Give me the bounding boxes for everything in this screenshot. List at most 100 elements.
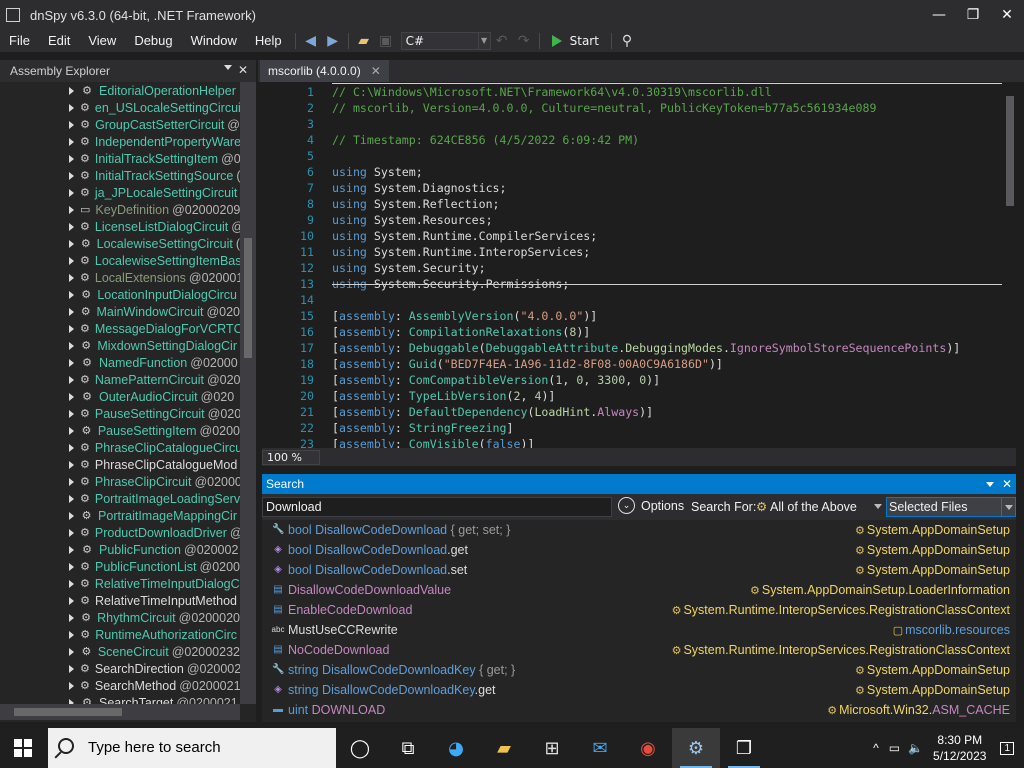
expand-arrow-icon[interactable]: [69, 188, 74, 197]
menu-debug[interactable]: Debug: [125, 30, 181, 52]
options-button[interactable]: ⌄ Options: [618, 497, 684, 514]
cortana-icon[interactable]: ◯: [336, 728, 384, 768]
close-button[interactable]: ✕: [990, 0, 1024, 30]
explorer-horizontal-scrollbar[interactable]: [0, 704, 240, 720]
scrollbar-thumb[interactable]: [1006, 96, 1014, 206]
expand-arrow-icon[interactable]: [69, 205, 74, 214]
tree-item[interactable]: ⚙ LocalewiseSettingCircuit(: [0, 235, 240, 252]
expand-arrow-icon[interactable]: [69, 494, 74, 503]
close-pane-icon[interactable]: ✕: [238, 63, 248, 77]
menu-file[interactable]: File: [0, 30, 39, 52]
search-result-row[interactable]: 🔧 bool DisallowCodeDownload { get; set; }…: [262, 520, 1016, 540]
tree-item[interactable]: ⚙ PublicFunction @020002: [0, 541, 240, 558]
expand-arrow-icon[interactable]: [69, 460, 74, 469]
close-tab-icon[interactable]: ✕: [371, 64, 381, 78]
expand-arrow-icon[interactable]: [69, 426, 74, 435]
scrollbar-thumb[interactable]: [244, 238, 252, 358]
search-result-row[interactable]: ▤ NoCodeDownload ⚙ System.Runtime.InteropSe…: [262, 640, 1016, 660]
expand-arrow-icon[interactable]: [69, 103, 74, 112]
tree-item[interactable]: ⚙ InitialTrackSettingItem @0: [0, 150, 240, 167]
undo-icon[interactable]: ↶: [491, 30, 513, 52]
volume-icon[interactable]: 🔈: [908, 741, 923, 755]
expand-arrow-icon[interactable]: [69, 443, 74, 452]
tree-item[interactable]: ⚙ LocalExtensions @020001: [0, 269, 240, 286]
tree-item[interactable]: ▭ KeyDefinition @02000209: [0, 201, 240, 218]
tab-mscorlib[interactable]: mscorlib (4.0.0.0) ✕: [260, 60, 389, 82]
tree-item[interactable]: ⚙ LocationInputDialogCircu: [0, 286, 240, 303]
expand-arrow-icon[interactable]: [69, 596, 74, 605]
edge-icon[interactable]: ◕: [432, 728, 480, 768]
network-icon[interactable]: ▭: [889, 741, 900, 755]
tree-item[interactable]: ⚙ ja_JPLocaleSettingCircuit: [0, 184, 240, 201]
search-input[interactable]: Download: [262, 497, 612, 517]
clock[interactable]: 8:30 PM 5/12/2023: [933, 732, 986, 764]
menu-view[interactable]: View: [79, 30, 125, 52]
expand-arrow-icon[interactable]: [69, 562, 74, 571]
taskbar-search-box[interactable]: Type here to search: [48, 728, 336, 768]
tree-item[interactable]: ⚙ PhraseClipCircuit @02000: [0, 473, 240, 490]
file-explorer-icon[interactable]: ▰: [480, 728, 528, 768]
dnspy-taskbar-icon[interactable]: ⚙: [672, 728, 720, 768]
notifications-icon[interactable]: 1: [1000, 741, 1014, 755]
tree-item[interactable]: ⚙ PauseSettingCircuit @020: [0, 405, 240, 422]
expand-arrow-icon[interactable]: [69, 664, 74, 673]
tree-item[interactable]: ⚙ PortraitImageMappingCir: [0, 507, 240, 524]
mail-icon[interactable]: ✉: [576, 728, 624, 768]
editor-vertical-scrollbar[interactable]: [1004, 82, 1016, 448]
search-result-row[interactable]: ◈ string DisallowCodeDownloadKey.get ⚙ Syst…: [262, 680, 1016, 700]
store-icon[interactable]: ⊞: [528, 728, 576, 768]
tree-item[interactable]: ⚙ LocalewiseSettingItemBas: [0, 252, 240, 269]
code-editor[interactable]: 1 // C:\Windows\Microsoft.NET\Framework64…: [262, 82, 1016, 451]
tree-item[interactable]: ⚙ PortraitImageLoadingServ: [0, 490, 240, 507]
expand-arrow-icon[interactable]: [69, 375, 74, 384]
tree-item[interactable]: ⚙ EditorialOperationHelper: [0, 82, 240, 99]
search-result-row[interactable]: ◈ bool DisallowCodeDownload.set ⚙ System.Ap…: [262, 560, 1016, 580]
expand-arrow-icon[interactable]: [69, 324, 74, 333]
save-icon[interactable]: ▣: [375, 30, 397, 52]
language-select[interactable]: C# ▼: [400, 32, 491, 50]
expand-arrow-icon[interactable]: [69, 256, 74, 265]
expand-arrow-icon[interactable]: [69, 579, 74, 588]
forward-icon[interactable]: ▶: [322, 30, 344, 52]
search-result-row[interactable]: abc MustUseCCRewrite ▢ mscorlib.resources: [262, 620, 1016, 640]
tree-item[interactable]: ⚙ RuntimeAuthorizationCirc: [0, 626, 240, 643]
tree-item[interactable]: ⚙ SearchDirection@0200021: [0, 660, 240, 677]
tree-item[interactable]: ⚙ NamePatternCircuit @020: [0, 371, 240, 388]
expand-arrow-icon[interactable]: [69, 545, 74, 554]
chevron-up-icon[interactable]: ^: [873, 741, 879, 755]
expand-arrow-icon[interactable]: [69, 409, 74, 418]
search-location-select[interactable]: Selected Files: [886, 497, 1016, 517]
menu-help[interactable]: Help: [246, 30, 291, 52]
tree-item[interactable]: ⚙ PublicFunctionList @0200: [0, 558, 240, 575]
tree-item[interactable]: ⚙ MainWindowCircuit @020: [0, 303, 240, 320]
expand-arrow-icon[interactable]: [69, 477, 74, 486]
maximize-button[interactable]: ❐: [956, 0, 990, 30]
redo-icon[interactable]: ↷: [513, 30, 535, 52]
expand-arrow-icon[interactable]: [69, 681, 74, 690]
tree-item[interactable]: ⚙ NamedFunction @02000: [0, 354, 240, 371]
tree-item[interactable]: ⚙ RelativeTimeInputMethod: [0, 592, 240, 609]
expand-arrow-icon[interactable]: [69, 222, 74, 231]
tree-item[interactable]: ⚙ MessageDialogForVCRTCi: [0, 320, 240, 337]
back-icon[interactable]: ◀: [300, 30, 322, 52]
task-view-icon[interactable]: ⧉: [384, 728, 432, 768]
expand-arrow-icon[interactable]: [69, 511, 74, 520]
pane-menu-icon[interactable]: [224, 65, 232, 70]
windows-start-icon[interactable]: [14, 739, 32, 757]
start-button[interactable]: Start: [551, 34, 599, 48]
zoom-select[interactable]: 100 %: [262, 450, 320, 465]
scrollbar-thumb[interactable]: [14, 708, 122, 716]
tree-item[interactable]: ⚙ ProductDownloadDriver@: [0, 524, 240, 541]
search-result-row[interactable]: 🔧 string DisallowCodeDownloadKey { get; }…: [262, 660, 1016, 680]
search-result-row[interactable]: ◈ bool DisallowCodeDownload.get ⚙ System.Ap…: [262, 540, 1016, 560]
expand-arrow-icon[interactable]: [69, 341, 74, 350]
explorer-vertical-scrollbar[interactable]: [240, 82, 256, 704]
minimize-button[interactable]: —: [922, 0, 956, 30]
open-window-icon[interactable]: ❐: [720, 728, 768, 768]
tree-item[interactable]: ⚙ RelativeTimeInputDialogC: [0, 575, 240, 592]
menu-window[interactable]: Window: [182, 30, 246, 52]
tree-item[interactable]: ⚙ PhraseClipCatalogueMod: [0, 456, 240, 473]
expand-arrow-icon[interactable]: [69, 528, 74, 537]
expand-arrow-icon[interactable]: [69, 239, 74, 248]
expand-arrow-icon[interactable]: [69, 358, 74, 367]
